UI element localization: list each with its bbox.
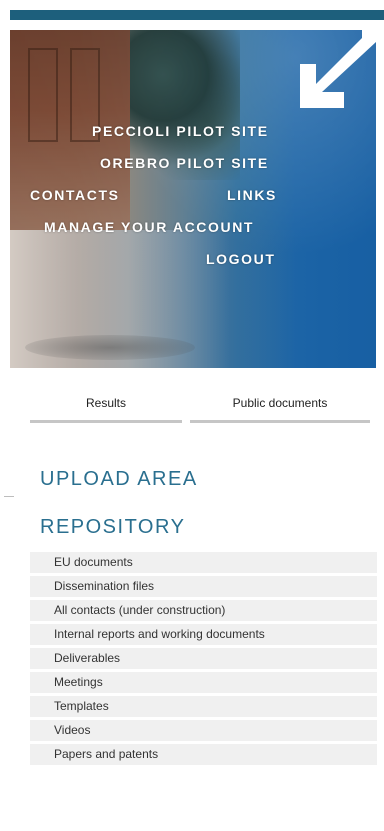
repo-item-internal-reports[interactable]: Internal reports and working documents	[30, 624, 377, 645]
top-bar	[10, 10, 384, 20]
repo-item-deliverables[interactable]: Deliverables	[30, 648, 377, 669]
tab-results[interactable]: Results	[30, 390, 182, 423]
nav-peccioli-pilot-site[interactable]: PECCIOLI PILOT SITE	[92, 123, 269, 139]
nav-contacts[interactable]: CONTACTS	[30, 187, 120, 203]
repo-item-eu-documents[interactable]: EU documents	[30, 552, 377, 573]
repo-item-dissemination-files[interactable]: Dissemination files	[30, 576, 377, 597]
hero-banner: PECCIOLI PILOT SITE OREBRO PILOT SITE CO…	[10, 30, 376, 368]
repo-item-all-contacts[interactable]: All contacts (under construction)	[30, 600, 377, 621]
nav-orebro-pilot-site[interactable]: OREBRO PILOT SITE	[100, 155, 269, 171]
repository-heading[interactable]: REPOSITORY	[40, 516, 185, 539]
hero-navigation: PECCIOLI PILOT SITE OREBRO PILOT SITE CO…	[10, 30, 376, 368]
tab-public-documents[interactable]: Public documents	[190, 390, 370, 423]
nav-manage-your-account[interactable]: MANAGE YOUR ACCOUNT	[44, 219, 254, 235]
repository-list: EU documents Dissemination files All con…	[30, 552, 377, 768]
divider	[4, 496, 14, 497]
nav-links[interactable]: LINKS	[227, 187, 277, 203]
repo-item-meetings[interactable]: Meetings	[30, 672, 377, 693]
repo-item-papers-and-patents[interactable]: Papers and patents	[30, 744, 377, 765]
repo-item-templates[interactable]: Templates	[30, 696, 377, 717]
upload-area-heading[interactable]: UPLOAD AREA	[40, 468, 198, 491]
tab-bar: Results Public documents	[30, 390, 370, 423]
repo-item-videos[interactable]: Videos	[30, 720, 377, 741]
nav-logout[interactable]: LOGOUT	[206, 251, 275, 267]
